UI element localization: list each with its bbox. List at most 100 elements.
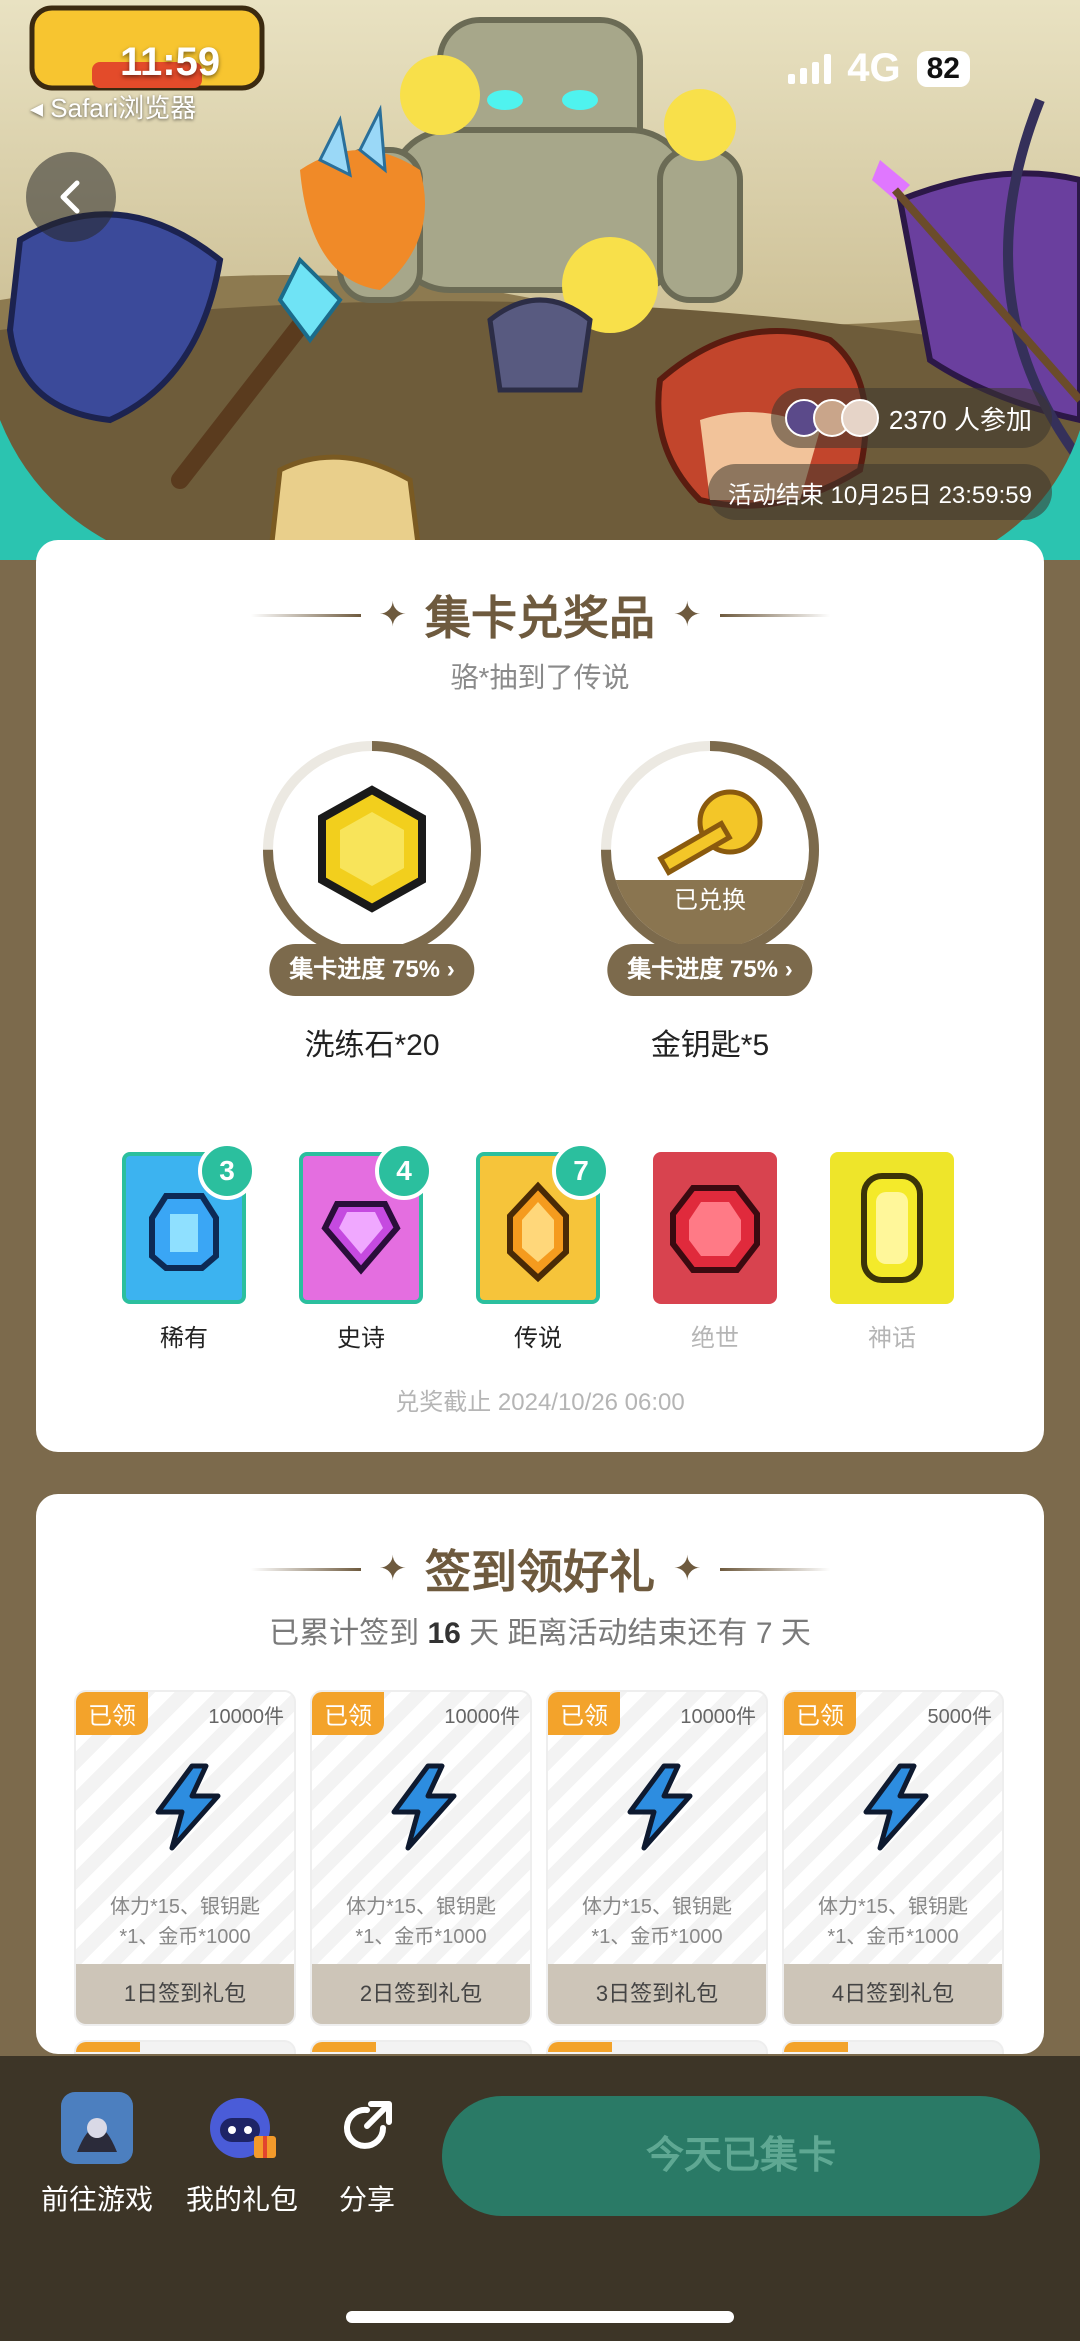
collect-today-button[interactable]: 今天已集卡 (442, 2096, 1040, 2216)
activity-end-time: 活动结束 10月25日 23:59:59 (707, 464, 1052, 520)
gem-label: 史诗 (337, 1325, 385, 1352)
gem-card-face: 3 (122, 1142, 256, 1304)
claimed-tag: 已领 (312, 1692, 384, 1735)
signin-panel: ✦ 签到领好礼 ✦ 已累计签到 16 天 距离活动结束还有 7 天 已领 100… (36, 1494, 1044, 2054)
red-gem-icon (670, 1185, 760, 1273)
claimed-tag: 已领 (784, 1692, 856, 1735)
gem-label: 稀有 (160, 1325, 208, 1352)
claimed-tag: 已领 (76, 1692, 148, 1735)
share-label: 分享 (338, 2184, 395, 2215)
share-button[interactable]: 分享 (292, 2092, 442, 2218)
back-to-app-link[interactable]: ◂ Safari浏览器 (30, 88, 196, 125)
days-signed: 16 (427, 1617, 461, 1650)
signin-day-card[interactable]: 已领 10000件 体力*15、银钥匙 *1、金币*1000 3日签到礼包 (546, 1690, 768, 2026)
signin-day-card-partial (782, 2040, 1004, 2054)
gem-count-badge: 4 (375, 1142, 433, 1200)
gem-card-myth[interactable]: 神话 (817, 1152, 967, 1353)
days-left: 7 (755, 1617, 773, 1650)
day-label: 4日签到礼包 (784, 1964, 1002, 2024)
gem-label: 神话 (868, 1325, 916, 1352)
sparkle-icon: ✦ (673, 1550, 702, 1588)
collect-subtitle: 骆*抽到了传说 (450, 662, 630, 693)
stock-count: 10000件 (680, 1706, 756, 1728)
day-label: 2日签到礼包 (312, 1964, 530, 2024)
summary-text: 天 (772, 1617, 811, 1650)
signin-day-card[interactable]: 已领 10000件 体力*15、银钥匙 *1、金币*1000 1日签到礼包 (74, 1690, 296, 2026)
signin-day-card[interactable]: 已领 10000件 体力*15、银钥匙 *1、金币*1000 2日签到礼包 (310, 1690, 532, 2026)
day-label: 1日签到礼包 (76, 1964, 294, 2024)
title-divider-right (719, 1567, 830, 1571)
go-to-game-label: 前往游戏 (40, 2184, 153, 2215)
signin-summary: 已累计签到 16 天 距离活动结束还有 7 天 (36, 1608, 1044, 1652)
stock-count: 10000件 (208, 1706, 284, 1728)
back-button[interactable] (26, 152, 116, 242)
prize-progress-ring: 集卡进度 75% › (262, 740, 482, 996)
signin-day-card[interactable]: 已领 5000件 体力*15、银钥匙 *1、金币*1000 4日签到礼包 (782, 1690, 1004, 2026)
signin-title-text: 签到领好礼 (425, 1546, 655, 1598)
title-divider-right (719, 613, 830, 617)
gem-card-face: 4 (299, 1142, 433, 1304)
signin-day-card-partial (74, 2040, 296, 2054)
collect-title-text: 集卡兑奖品 (425, 592, 655, 644)
signin-section-title: ✦ 签到领好礼 ✦ (36, 1536, 1044, 1602)
signin-day-card-partial (546, 2040, 768, 2054)
robot-gift-icon (206, 2092, 278, 2164)
prize-card[interactable]: 已兑换 集卡进度 75% › 金钥匙*5 (560, 740, 860, 1062)
prize-name: 金钥匙*5 (650, 1029, 770, 1062)
chevron-right-icon: › (784, 956, 793, 983)
participants-badge: 2370 人参加 (770, 388, 1052, 448)
go-to-game-button[interactable]: 前往游戏 (22, 2092, 172, 2218)
summary-text: 已累计签到 (269, 1617, 428, 1650)
game-app-icon (61, 2092, 133, 2164)
gem-card-legend[interactable]: 7 传说 (463, 1142, 613, 1353)
title-divider-left (250, 1567, 361, 1571)
sparkle-icon: ✦ (673, 596, 702, 634)
prize-card[interactable]: 集卡进度 75% › 洗练石*20 (222, 740, 522, 1062)
gem-card-peerless[interactable]: 绝世 (640, 1152, 790, 1353)
home-indicator[interactable] (346, 2311, 734, 2323)
prize-progress-text: 集卡进度 75% (289, 956, 441, 983)
prize-progress-text: 集卡进度 75% (627, 956, 779, 983)
status-time: 11:59 (120, 40, 221, 84)
gem-count-badge: 7 (552, 1142, 610, 1200)
chevron-right-icon: › (446, 956, 455, 983)
sparkle-icon: ✦ (378, 596, 408, 634)
hero-banner: 11:59 4G 82 ◂ Safari浏览器 2370 人参加 活动结束 10… (0, 0, 1080, 560)
bottom-action-bar: 前往游戏 我的礼包 分享 今天已集卡 (0, 2056, 1080, 2341)
gem-count-badge: 3 (198, 1142, 256, 1200)
summary-text: 天 距离活动结束还有 (460, 1617, 756, 1650)
prize-progress-button[interactable]: 集卡进度 75% › (269, 944, 475, 996)
collect-cards-panel: ✦ 集卡兑奖品 ✦ 骆*抽到了传说 集卡进度 75% › 洗练石*20 已兑换 … (36, 540, 1044, 1452)
share-icon (331, 2092, 403, 2164)
participant-avatars (784, 399, 879, 437)
signin-day-card-partial (310, 2040, 532, 2054)
reward-desc: 体力*15、银钥匙 *1、金币*1000 (581, 1896, 733, 1948)
reward-desc: 体力*15、银钥匙 *1、金币*1000 (817, 1896, 969, 1948)
stock-count: 5000件 (927, 1706, 993, 1728)
lightning-bolt-icon (627, 1763, 693, 1851)
collect-section-title: ✦ 集卡兑奖品 ✦ (36, 582, 1044, 648)
title-divider-left (250, 613, 361, 617)
prize-name: 洗练石*20 (304, 1029, 440, 1062)
redeem-deadline: 兑奖截止 2024/10/26 06:00 (395, 1389, 685, 1416)
battery-level: 82 (916, 50, 970, 87)
network-type: 4G (847, 46, 901, 90)
stock-count: 10000件 (444, 1706, 520, 1728)
day-label: 3日签到礼包 (548, 1964, 766, 2024)
yellow-gem-icon (861, 1173, 923, 1283)
gem-card-face: 7 (476, 1142, 610, 1304)
gem-card-rare[interactable]: 3 稀有 (109, 1142, 259, 1353)
lightning-bolt-icon (391, 1763, 457, 1851)
refining-stone-icon (318, 785, 426, 913)
redeemed-label: 已兑换 (674, 887, 746, 914)
prize-progress-ring: 已兑换 集卡进度 75% › (600, 740, 820, 996)
gem-label: 传说 (514, 1325, 562, 1352)
lightning-bolt-icon (863, 1763, 929, 1851)
my-gifts-label: 我的礼包 (185, 2184, 298, 2215)
gem-card-epic[interactable]: 4 史诗 (286, 1142, 436, 1353)
signal-icon (788, 53, 832, 84)
participants-count: 2370 人参加 (888, 404, 1032, 435)
gem-card-face (830, 1152, 954, 1304)
prize-progress-button[interactable]: 集卡进度 75% › (607, 944, 813, 996)
claimed-tag: 已领 (548, 1692, 620, 1735)
